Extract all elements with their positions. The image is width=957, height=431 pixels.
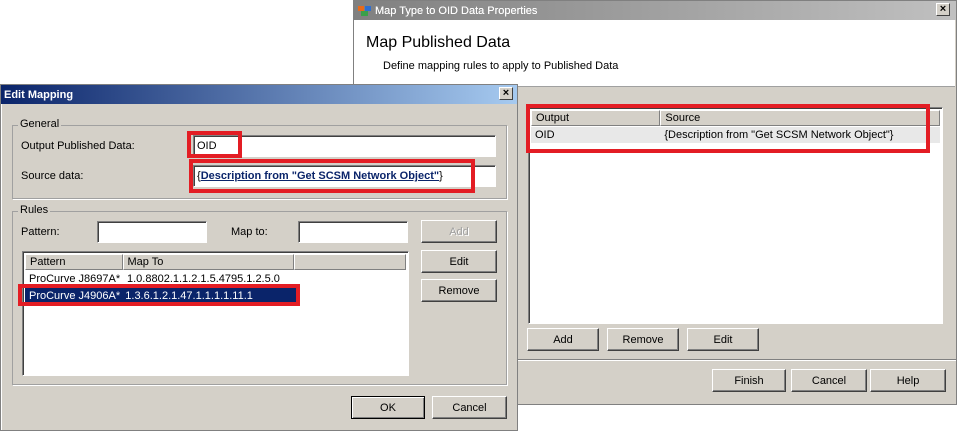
column-pattern[interactable]: Pattern <box>25 254 123 270</box>
page-title: Map Published Data <box>366 34 511 51</box>
map-type-oid-titlebar[interactable]: Map Type to OID Data Properties × <box>354 1 956 20</box>
cancel-button[interactable]: Cancel <box>791 369 867 392</box>
map-type-oid-title: Map Type to OID Data Properties <box>375 4 538 17</box>
cancel-button[interactable]: Cancel <box>432 396 507 419</box>
edit-mapping-title: Edit Mapping <box>4 88 74 101</box>
mapto-input[interactable] <box>298 221 408 243</box>
source-data-field[interactable]: {Description from "Get SCSM Network Obje… <box>193 165 496 187</box>
published-data-list[interactable]: Output Source OID {Description from "Get… <box>528 107 943 324</box>
table-row[interactable]: ProCurve J8697A* 1.0.8802.1.1.2.1.5.4795… <box>25 271 406 287</box>
row-source: {Description from "Get SCSM Network Obje… <box>664 129 894 141</box>
list-header: Output Source <box>531 110 940 126</box>
column-spacer <box>293 254 406 270</box>
close-icon[interactable]: × <box>499 87 513 100</box>
close-icon[interactable]: × <box>936 3 950 16</box>
edit-mapping-titlebar[interactable]: Edit Mapping × <box>1 85 517 104</box>
pattern-label: Pattern: <box>21 226 60 238</box>
table-row[interactable]: OID {Description from "Get SCSM Network … <box>531 127 940 143</box>
rule-map-to: 1.0.8802.1.1.2.1.5.4795.1.2.5.0 <box>127 273 280 285</box>
output-published-field[interactable]: OID <box>193 135 496 157</box>
wizard-header: Map Published Data Define mapping rules … <box>355 20 955 87</box>
app-icon <box>358 5 372 17</box>
rules-list[interactable]: Pattern Map To ProCurve J8697A* 1.0.8802… <box>22 251 409 376</box>
column-source[interactable]: Source <box>660 110 940 126</box>
finish-button[interactable]: Finish <box>712 369 786 392</box>
edit-mapping-window: Edit Mapping × General Output Published … <box>0 84 518 431</box>
ok-button[interactable]: OK <box>351 396 425 419</box>
output-published-value: OID <box>197 140 217 152</box>
add-button[interactable]: Add <box>527 328 599 351</box>
rules-list-header: Pattern Map To <box>25 254 406 270</box>
rule-pattern: ProCurve J4906A* <box>29 290 121 302</box>
column-map-to[interactable]: Map To <box>122 254 294 270</box>
edit-button[interactable]: Edit <box>687 328 759 351</box>
rule-edit-button[interactable]: Edit <box>421 250 497 273</box>
row-output: OID <box>535 129 555 141</box>
rule-pattern: ProCurve J8697A* <box>29 273 121 285</box>
table-row-selected[interactable]: ProCurve J4906A* 1.3.6.1.2.1.47.1.1.1.1.… <box>25 288 298 304</box>
pattern-input[interactable] <box>97 221 207 243</box>
rule-add-button[interactable]: Add <box>421 220 497 243</box>
rule-remove-button[interactable]: Remove <box>421 279 497 302</box>
help-button[interactable]: Help <box>870 369 946 392</box>
rule-map-to: 1.3.6.1.2.1.47.1.1.1.1.11.1 <box>125 290 253 302</box>
column-output[interactable]: Output <box>531 110 661 126</box>
source-data-link[interactable]: Description from "Get SCSM Network Objec… <box>201 170 439 182</box>
source-data-label: Source data: <box>21 170 84 182</box>
rules-legend: Rules <box>18 204 51 216</box>
general-legend: General <box>18 118 62 130</box>
source-close-brace: } <box>439 170 443 182</box>
output-published-label: Output Published Data: <box>21 140 135 152</box>
remove-button[interactable]: Remove <box>607 328 679 351</box>
mapto-label: Map to: <box>231 226 268 238</box>
page-subtitle: Define mapping rules to apply to Publish… <box>383 60 619 72</box>
